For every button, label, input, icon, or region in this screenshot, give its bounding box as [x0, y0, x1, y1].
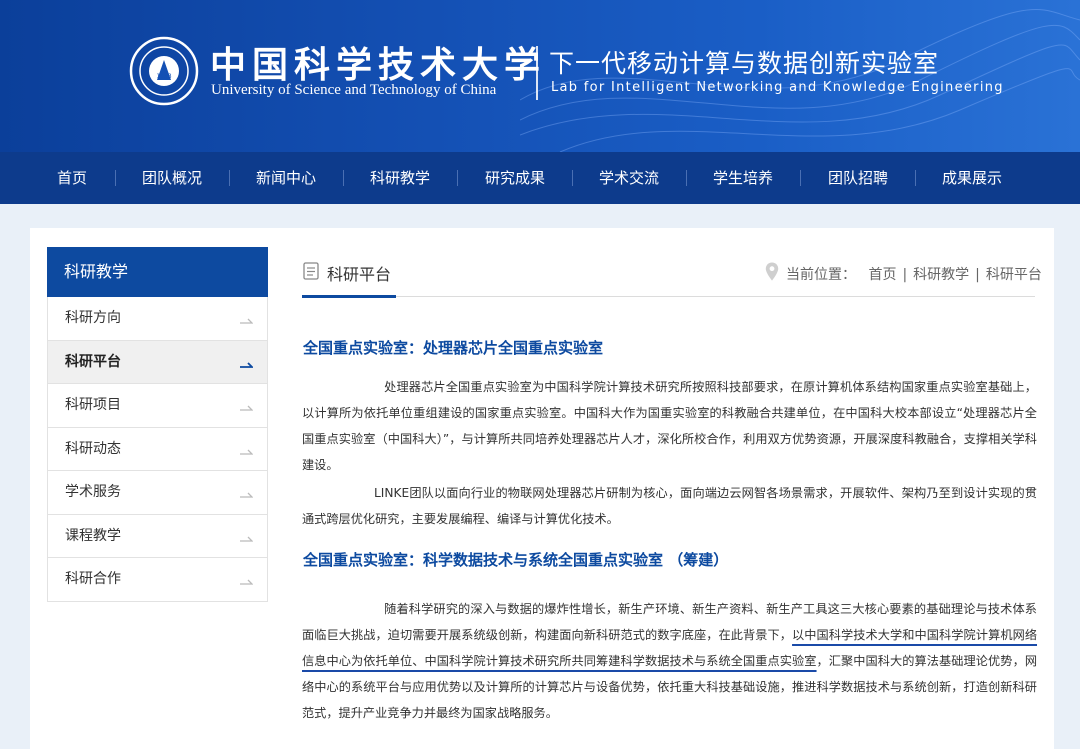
arrow-icon	[240, 449, 253, 455]
arrow-icon	[240, 492, 253, 498]
sidebar-menu: 科研方向 科研平台 科研项目 科研动态 学术服务 课程教学 科研合作	[47, 297, 268, 602]
nav-separator	[686, 170, 687, 186]
breadcrumb-label: 当前位置：	[786, 267, 856, 283]
breadcrumb-separator: |	[975, 267, 980, 283]
sidebar-item-label: 科研合作	[65, 571, 121, 587]
paragraph-text: LINKE团队以面向行业的物联网处理器芯片研制为核心，面向端边云网智各场景需求，…	[302, 486, 1037, 526]
sidebar-item-label: 课程教学	[65, 527, 121, 544]
paragraph-text: 处理器芯片全国重点实验室为中国科学院计算技术研究所按照科技部要求，在原计算机体系…	[302, 380, 1037, 472]
nav-item-research-teaching[interactable]: 科研教学	[370, 152, 430, 204]
lab-name-cn: 下一代移动计算与数据创新实验室	[549, 49, 940, 78]
breadcrumb-research-platform[interactable]: 科研平台	[986, 267, 1042, 283]
nav-separator	[457, 170, 458, 186]
document-icon	[303, 262, 319, 280]
arrow-icon	[240, 405, 253, 411]
breadcrumb-research-teaching[interactable]: 科研教学	[913, 267, 969, 283]
sidebar-item-label: 科研动态	[65, 440, 121, 457]
nav-item-student-training[interactable]: 学生培养	[713, 152, 773, 204]
arrow-icon	[240, 361, 253, 368]
arrow-icon	[240, 579, 253, 585]
paragraph-scientific-data-lab: 随着科学研究的深入与数据的爆炸性增长，新生产环境、新生产资料、新生产工具这三大核…	[302, 596, 1037, 726]
university-name-en: University of Science and Technology of …	[211, 82, 497, 98]
sidebar-item-label: 科研平台	[65, 353, 121, 370]
nav-separator	[572, 170, 573, 186]
paragraph-processor-chip-lab: 处理器芯片全国重点实验室为中国科学院计算技术研究所按照科技部要求，在原计算机体系…	[302, 374, 1037, 478]
sidebar-item-academic-service[interactable]: 学术服务	[47, 471, 268, 515]
arrow-icon	[240, 536, 253, 542]
sidebar-item-research-direction[interactable]: 科研方向	[47, 297, 268, 341]
nav-item-academic-exchange[interactable]: 学术交流	[599, 152, 659, 204]
sidebar-item-label: 学术服务	[65, 484, 121, 500]
sidebar-item-research-news[interactable]: 科研动态	[47, 427, 268, 471]
header-divider	[536, 46, 538, 100]
nav-separator	[343, 170, 344, 186]
nav-item-team-overview[interactable]: 团队概况	[142, 152, 202, 204]
heading-processor-chip-lab: 全国重点实验室：处理器芯片全国重点实验室	[303, 339, 604, 357]
sidebar-item-label: 科研方向	[65, 310, 121, 326]
nav-item-showcase[interactable]: 成果展示	[942, 152, 1002, 204]
nav-separator	[915, 170, 916, 186]
heading-scientific-data-lab: 全国重点实验室：科学数据技术与系统全国重点实验室 （筹建）	[303, 551, 729, 569]
lab-name-en: Lab for Intelligent Networking and Knowl…	[551, 80, 1004, 95]
section-title: 科研平台	[327, 265, 392, 284]
university-seal-logo[interactable]: 1958	[129, 36, 199, 106]
section-divider-accent	[302, 295, 396, 298]
sidebar-item-course-teaching[interactable]: 课程教学	[47, 514, 268, 558]
sidebar-heading: 科研教学	[47, 247, 268, 297]
sidebar-item-research-projects[interactable]: 科研项目	[47, 384, 268, 428]
svg-text:1958: 1958	[156, 73, 171, 80]
breadcrumb-home[interactable]: 首页	[868, 267, 896, 283]
paragraph-linke-team: LINKE团队以面向行业的物联网处理器芯片研制为核心，面向端边云网智各场景需求，…	[302, 480, 1037, 532]
arrow-icon	[240, 318, 253, 324]
breadcrumb: 当前位置： 首页 | 科研教学 | 科研平台	[786, 264, 1042, 284]
nav-item-recruitment[interactable]: 团队招聘	[828, 152, 888, 204]
location-pin-icon	[765, 262, 779, 281]
nav-separator	[800, 170, 801, 186]
breadcrumb-separator: |	[902, 267, 908, 283]
nav-separator	[229, 170, 230, 186]
university-name-cn: 中国科学技术大学	[210, 44, 547, 86]
section-divider	[302, 296, 1035, 297]
sidebar-item-research-platform[interactable]: 科研平台	[47, 340, 268, 384]
sidebar-item-label: 科研项目	[65, 397, 121, 413]
nav-separator	[115, 170, 116, 186]
nav-item-home[interactable]: 首页	[57, 152, 87, 204]
sidebar-item-research-cooperation[interactable]: 科研合作	[47, 558, 268, 602]
main-nav: 首页 团队概况 新闻中心 科研教学 研究成果 学术交流 学生培养 团队招聘 成果…	[0, 152, 1080, 204]
nav-item-news[interactable]: 新闻中心	[256, 152, 316, 204]
nav-item-results[interactable]: 研究成果	[485, 152, 545, 204]
